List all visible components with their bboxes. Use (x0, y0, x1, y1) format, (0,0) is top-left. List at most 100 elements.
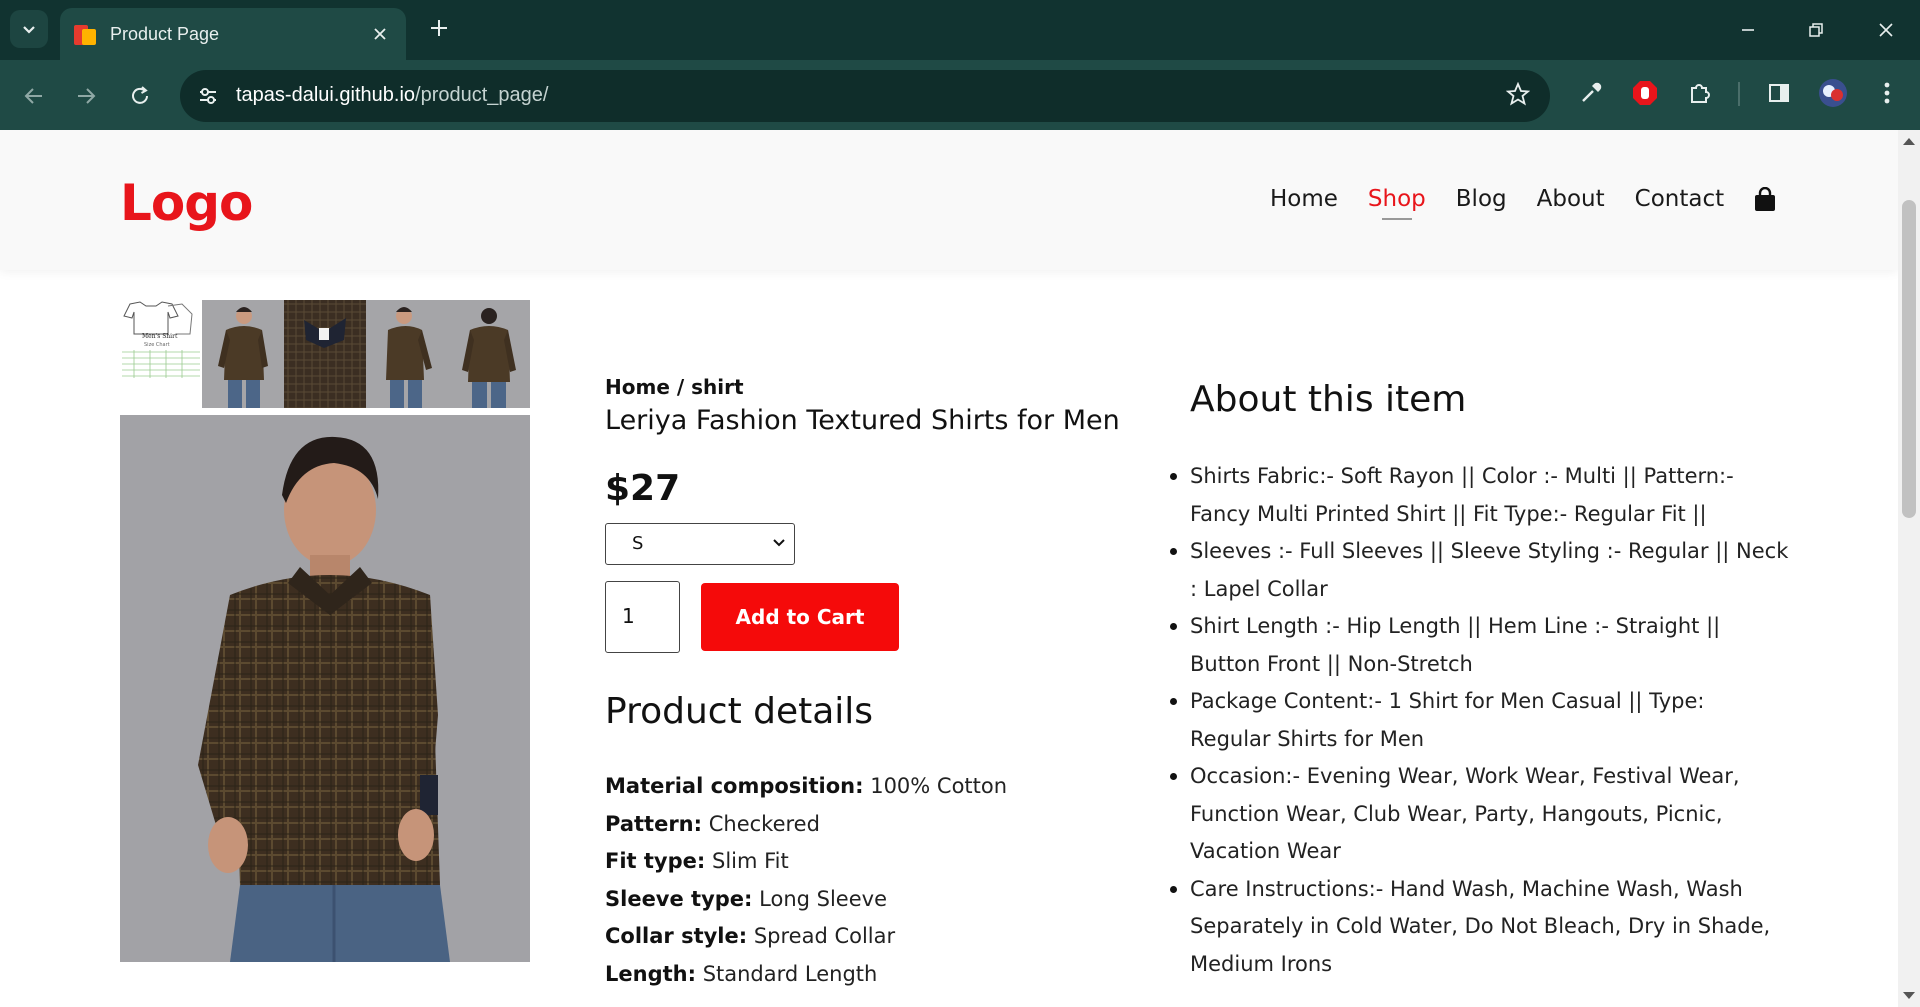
arrow-left-icon (24, 88, 42, 104)
site-favicon-icon (74, 23, 96, 45)
chevron-down-icon (23, 26, 35, 34)
side-panel-button[interactable] (1762, 76, 1796, 110)
restore-button[interactable] (1796, 12, 1836, 48)
nav-about[interactable]: About (1537, 186, 1605, 212)
more-vertical-icon (1884, 82, 1890, 104)
eyedropper-icon (1582, 82, 1602, 102)
toolbar-separator (1738, 82, 1740, 106)
detail-row: Length: Standard Length (605, 956, 1145, 994)
forward-button[interactable] (68, 78, 104, 114)
site-info-button[interactable] (194, 82, 222, 110)
main-nav: Home Shop Blog About Contact (1270, 186, 1776, 220)
side-panel-icon (1769, 84, 1789, 102)
detail-row: Collar style: Spread Collar (605, 918, 1145, 956)
scroll-up-arrow-icon[interactable] (1903, 138, 1915, 145)
about-list-item: Occasion:- Evening Wear, Work Wear, Fest… (1170, 758, 1790, 871)
arrow-right-icon (78, 88, 96, 104)
puzzle-icon (1691, 84, 1710, 103)
quantity-input[interactable]: 1 (605, 581, 680, 653)
back-button[interactable] (16, 78, 52, 114)
tab-bar: Product Page (0, 0, 1920, 60)
tune-icon (200, 88, 216, 104)
detail-value: Checkered (708, 811, 820, 836)
shopping-bag-icon[interactable] (1754, 186, 1776, 211)
page-scrollbar[interactable] (1898, 130, 1920, 1007)
restore-icon (1809, 23, 1823, 37)
size-chart-thumb-title: Men's Shirt (142, 333, 178, 340)
thumbnail-strip: Men's Shirt Size Chart (120, 300, 530, 408)
product-price: $27 (605, 468, 681, 509)
url-path: /product_page/ (415, 84, 549, 106)
plus-icon (431, 20, 447, 36)
browser-tab[interactable]: Product Page (60, 8, 406, 60)
nav-contact[interactable]: Contact (1635, 186, 1724, 212)
address-bar[interactable]: tapas-dalui.github.io/product_page/ (180, 70, 1550, 122)
reload-button[interactable] (122, 78, 158, 114)
size-select[interactable]: S (605, 523, 795, 565)
nav-blog[interactable]: Blog (1456, 186, 1507, 212)
url-host: tapas-dalui.github.io (236, 84, 416, 106)
scrollbar-thumb[interactable] (1902, 200, 1916, 518)
browser-chrome: Product Page tapas-dalui.github.io/produ… (0, 0, 1920, 130)
tab-close-button[interactable] (368, 22, 392, 46)
detail-label: Pattern: (605, 811, 703, 836)
close-window-button[interactable] (1866, 12, 1906, 48)
detail-label: Material composition: (605, 774, 864, 798)
detail-row: Sleeve type: Long Sleeve (605, 881, 1145, 919)
detail-label: Sleeve type: (605, 886, 753, 911)
tab-search-button[interactable] (10, 10, 48, 48)
minimize-icon (1742, 29, 1754, 31)
chevron-down-icon (773, 539, 785, 547)
avatar-icon (1819, 79, 1847, 107)
size-chart-thumb-subtitle: Size Chart (144, 342, 170, 348)
cart-row: 1 Add to Cart (605, 581, 1145, 653)
about-list-item: Care Instructions:- Hand Wash, Machine W… (1170, 871, 1790, 984)
about-list-item: Sleeves :- Full Sleeves || Sleeve Stylin… (1170, 533, 1790, 608)
detail-value: Spread Collar (753, 924, 896, 948)
main-product-image (120, 415, 530, 962)
adblock-extension-button[interactable] (1628, 76, 1662, 110)
detail-row: Pattern: Checkered (605, 806, 1145, 844)
close-icon (1879, 23, 1893, 37)
nav-home[interactable]: Home (1270, 186, 1338, 212)
browser-menu-button[interactable] (1870, 76, 1904, 110)
thumbnail-front-view[interactable] (202, 300, 284, 408)
breadcrumb[interactable]: Home / shirt (605, 375, 1145, 399)
detail-label: Fit type: (605, 849, 706, 873)
shopping-bag-icon-svg (1755, 186, 1776, 211)
detail-row: Material composition: 100% Cotton (605, 768, 1145, 806)
tab-title: Product Page (110, 23, 220, 44)
thumbnail-folded[interactable] (284, 300, 366, 408)
new-tab-button[interactable] (424, 14, 454, 44)
profile-avatar-button[interactable] (1816, 76, 1850, 110)
product-details-heading: Product details (605, 691, 874, 732)
page-viewport: Logo Home Shop Blog About Contact Men's … (0, 130, 1920, 1007)
star-icon (1505, 81, 1531, 106)
bookmark-button[interactable] (1504, 81, 1532, 110)
detail-label: Collar style: (605, 924, 748, 948)
detail-value: Slim Fit (711, 849, 789, 873)
detail-value: Standard Length (702, 961, 878, 986)
thumbnail-size-chart[interactable]: Men's Shirt Size Chart (120, 300, 202, 408)
about-list-item: Shirts Fabric:- Soft Rayon || Color :- M… (1170, 458, 1790, 533)
add-to-cart-button[interactable]: Add to Cart (701, 583, 899, 651)
extensions-button[interactable] (1682, 76, 1716, 110)
detail-value: 100% Cotton (870, 774, 1008, 798)
scroll-down-arrow-icon[interactable] (1903, 992, 1915, 999)
about-list: Shirts Fabric:- Soft Rayon || Color :- M… (1170, 458, 1790, 984)
eyedropper-extension-button[interactable] (1574, 76, 1608, 110)
site-header: Logo Home Shop Blog About Contact (0, 130, 1898, 270)
about-list-item: Shirt Length :- Hip Length || Hem Line :… (1170, 608, 1790, 683)
url-text: tapas-dalui.github.io/product_page/ (236, 84, 548, 107)
close-icon (374, 28, 386, 40)
product-info: Home / shirt Leriya Fashion Textured Shi… (605, 375, 1145, 993)
minimize-button[interactable] (1728, 12, 1768, 48)
thumbnail-back-view[interactable] (448, 300, 530, 408)
site-logo[interactable]: Logo (120, 174, 253, 232)
detail-label: Length: (605, 961, 696, 986)
reload-icon (132, 86, 148, 104)
thumbnail-side-view[interactable] (366, 300, 448, 408)
nav-shop[interactable]: Shop (1368, 186, 1426, 220)
about-list-item: Package Content:- 1 Shirt for Men Casual… (1170, 683, 1790, 758)
about-section: About this item Shirts Fabric:- Soft Ray… (1170, 375, 1790, 984)
